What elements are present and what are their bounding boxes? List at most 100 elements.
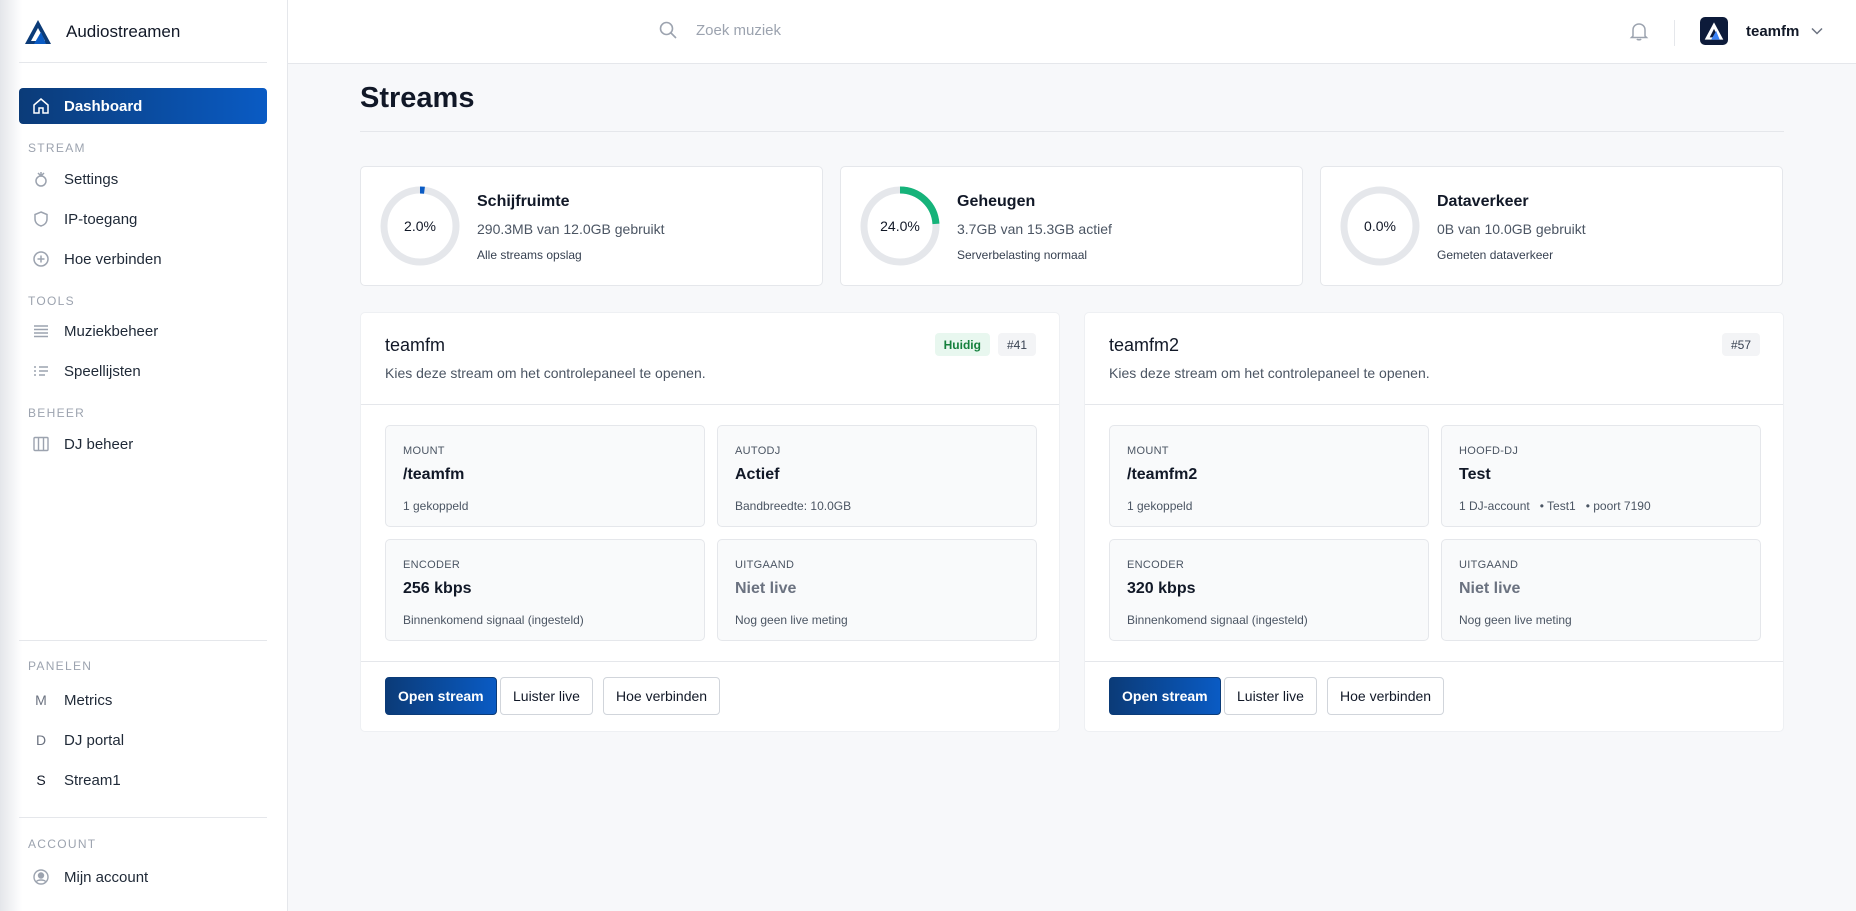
stream-card-header: teamfm Kies deze stream om het controlep… <box>361 313 1059 405</box>
stream-description: Kies deze stream om het controlepaneel t… <box>385 365 706 381</box>
page-title: Streams <box>360 82 475 114</box>
tile-hoofd-dj: HOOFD-DJ Test 1 DJ-account • Test1 • poo… <box>1441 425 1761 527</box>
sidebar-item-metrics[interactable]: M Metrics <box>19 682 267 718</box>
stream-name: teamfm2 <box>1109 335 1180 355</box>
sidebar-divider <box>19 640 267 641</box>
tile-value: /teamfm2 <box>1127 466 1198 483</box>
tile-value: Actief <box>735 466 780 483</box>
settings-icon <box>32 170 50 188</box>
columns-icon <box>32 435 50 453</box>
stat-note: Gemeten dataverkeer <box>1437 248 1554 262</box>
tile-value: 256 kbps <box>403 580 472 597</box>
sidebar-item-label: Mijn account <box>64 868 149 886</box>
sidebar-item-dashboard[interactable]: Dashboard <box>19 88 267 124</box>
stream-card-teamfm2[interactable]: teamfm2 Kies deze stream om het controle… <box>1084 312 1784 732</box>
open-stream-button[interactable]: Open stream <box>385 677 497 715</box>
stat-card-geheugen: 24.0% Geheugen 3.7GB van 15.3GB actief S… <box>840 166 1303 286</box>
stat-card-schijfruimte: 2.0% Schijfruimte 290.3MB van 12.0GB geb… <box>360 166 823 286</box>
stat-card-dataverkeer: 0.0% Dataverkeer 0B van 10.0GB gebruikt … <box>1320 166 1783 286</box>
open-stream-button[interactable]: Open stream <box>1109 677 1221 715</box>
sidebar-item-mijn-account[interactable]: Mijn account <box>19 859 267 895</box>
tile-label: UITGAAND <box>1459 559 1519 571</box>
stat-percentage: 24.0% <box>880 218 920 234</box>
bell-icon[interactable] <box>1628 20 1650 42</box>
home-icon <box>32 97 50 115</box>
sidebar-item-settings[interactable]: Settings <box>19 161 267 197</box>
tile-value: Niet live <box>735 580 797 597</box>
stat-subtitle: 290.3MB van 12.0GB gebruikt <box>477 221 665 237</box>
listen-live-button[interactable]: Luister live <box>1224 677 1317 715</box>
sidebar-divider <box>19 817 267 818</box>
stream-card-footer: Open stream Luister live Hoe verbinden <box>361 661 1059 733</box>
stream-badges: #57 <box>1721 333 1760 356</box>
panel-letter-icon: M <box>35 692 47 708</box>
sidebar-item-stream1[interactable]: S Stream1 <box>19 762 267 798</box>
tile-uitgaand: UITGAAND Niet live Nog geen live meting <box>717 539 1037 641</box>
shield-icon <box>32 210 50 228</box>
tile-mount: MOUNT /teamfm 1 gekoppeld <box>385 425 705 527</box>
sidebar-item-dj-beheer[interactable]: DJ beheer <box>19 426 267 462</box>
stat-note: Serverbelasting normaal <box>957 248 1088 262</box>
tile-value: Niet live <box>1459 580 1521 597</box>
section-title-tools: TOOLS <box>28 294 75 308</box>
current-badge: Huidig <box>934 333 990 356</box>
user-circle-icon <box>32 868 50 886</box>
stream-id-badge: #57 <box>1721 333 1760 356</box>
sidebar-item-dj-portal[interactable]: D DJ portal <box>19 722 267 758</box>
sidebar-item-label: Stream1 <box>64 771 121 789</box>
section-title-beheer: BEHEER <box>28 406 86 420</box>
search <box>658 20 1076 40</box>
brand[interactable]: Audiostreamen <box>24 18 180 46</box>
sidebar-item-hoe-verbinden[interactable]: Hoe verbinden <box>19 241 267 277</box>
stream-description: Kies deze stream om het controlepaneel t… <box>1109 365 1430 381</box>
tile-value: Test <box>1459 466 1491 483</box>
tile-label: MOUNT <box>403 445 445 457</box>
title-divider <box>360 131 1784 132</box>
panel-letter-icon: D <box>35 732 47 748</box>
stream-card-teamfm[interactable]: teamfm Kies deze stream om het controlep… <box>360 312 1060 732</box>
stream-card-footer: Open stream Luister live Hoe verbinden <box>1085 661 1783 733</box>
user-name: teamfm <box>1746 22 1800 40</box>
sidebar-item-label: Hoe verbinden <box>64 250 162 268</box>
tile-value: /teamfm <box>403 466 465 483</box>
sidebar-item-label: IP-toegang <box>64 210 138 228</box>
plus-circle-icon <box>32 250 50 268</box>
tile-label: MOUNT <box>1127 445 1169 457</box>
tile-uitgaand: UITGAAND Niet live Nog geen live meting <box>1441 539 1761 641</box>
listen-live-button[interactable]: Luister live <box>500 677 593 715</box>
tile-label: HOOFD-DJ <box>1459 445 1519 457</box>
sidebar-item-label: Settings <box>64 170 119 188</box>
stat-title: Schijfruimte <box>477 193 570 210</box>
stat-note: Alle streams opslag <box>477 248 582 262</box>
stat-title: Geheugen <box>957 193 1036 210</box>
tile-note: 1 DJ-account • Test1 • poort 7190 <box>1459 499 1651 513</box>
avatar <box>1700 17 1728 45</box>
section-title-stream: STREAM <box>28 141 86 155</box>
user-menu[interactable]: teamfm <box>1700 17 1823 45</box>
tile-note: Nog geen live meting <box>735 613 848 627</box>
how-to-connect-button[interactable]: Hoe verbinden <box>1327 677 1445 715</box>
sidebar-item-label: Speellijsten <box>64 362 141 380</box>
tile-note: 1 gekoppeld <box>1127 499 1193 513</box>
logo-icon <box>25 20 51 44</box>
how-to-connect-button[interactable]: Hoe verbinden <box>603 677 721 715</box>
stat-percentage: 0.0% <box>1364 218 1396 234</box>
search-icon[interactable] <box>658 20 678 40</box>
sidebar-item-muziekbeheer[interactable]: Muziekbeheer <box>19 313 267 349</box>
sidebar-divider <box>19 62 267 63</box>
tile-encoder: ENCODER 256 kbps Binnenkomend signaal (i… <box>385 539 705 641</box>
brand-name: Audiostreamen <box>66 22 181 41</box>
tile-label: UITGAAND <box>735 559 795 571</box>
section-title-account: ACCOUNT <box>28 837 97 851</box>
stream-id-badge: #41 <box>997 333 1036 356</box>
search-input[interactable] <box>696 21 1076 39</box>
sidebar-item-ip-toegang[interactable]: IP-toegang <box>19 201 267 237</box>
tile-note: Nog geen live meting <box>1459 613 1572 627</box>
playlist-icon <box>32 362 50 380</box>
logo-icon <box>1704 22 1724 40</box>
stream-badges: Huidig #41 <box>934 333 1036 356</box>
stat-percentage: 2.0% <box>404 218 436 234</box>
sidebar-item-speellijsten[interactable]: Speellijsten <box>19 353 267 389</box>
sidebar-item-label: DJ beheer <box>64 435 134 453</box>
stat-subtitle: 3.7GB van 15.3GB actief <box>957 221 1112 237</box>
